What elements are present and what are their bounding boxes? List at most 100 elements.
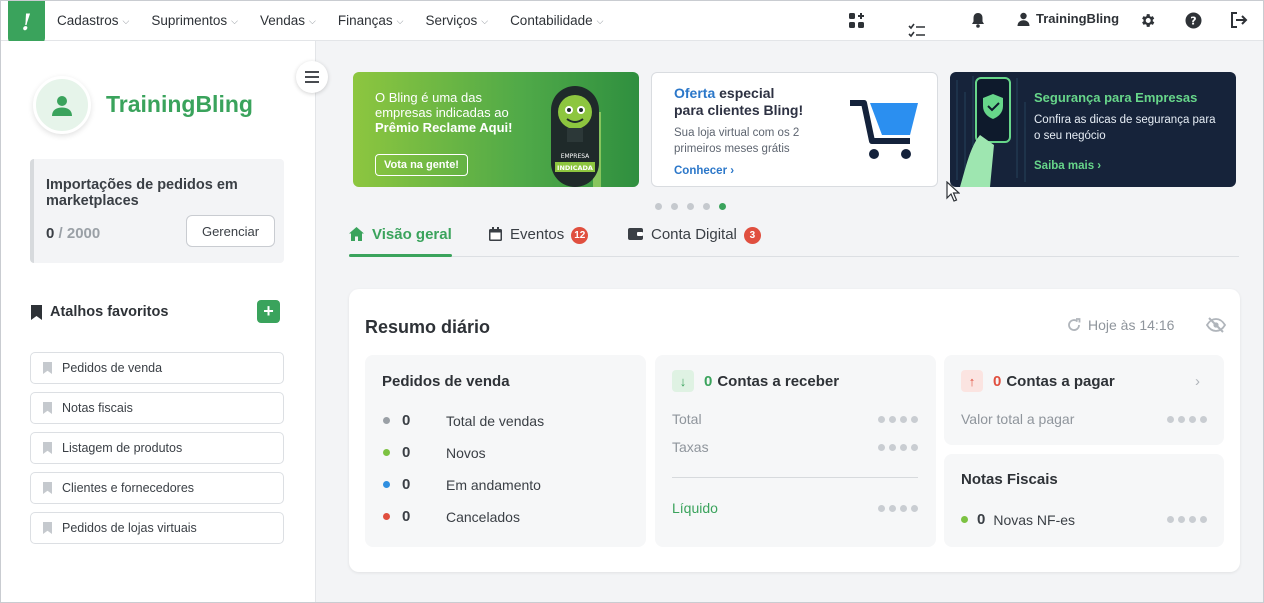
refresh-button[interactable]: Hoje às 14:16: [1067, 317, 1174, 333]
digital-account-badge: 3: [743, 227, 761, 244]
banner-description: Sua loja virtual com os 2 primeiros mese…: [674, 127, 800, 155]
banner-line: O Bling é uma das: [375, 90, 482, 105]
masked-value: [1167, 415, 1207, 423]
badge-line: EMPRESA: [561, 153, 590, 160]
summary-title: Resumo diário: [365, 317, 491, 337]
status-row-em-andamento: 0 Em andamento: [383, 476, 541, 493]
menu-contabilidade[interactable]: Contabilidade ⌵: [510, 13, 603, 28]
shortcuts-heading: Atalhos favoritos: [31, 304, 168, 320]
carousel-dot[interactable]: [687, 203, 694, 210]
bookmark-icon: [43, 442, 52, 454]
top-navbar: ! Cadastros ⌵ Suprimentos ⌵ Vendas ⌵ Finanç…: [1, 1, 1263, 44]
bookmark-icon: [43, 402, 52, 414]
banner-line: empresas indicadas ao: [375, 105, 509, 120]
avatar[interactable]: [33, 76, 91, 134]
checklist-icon[interactable]: [907, 21, 927, 41]
receivable-count: 0: [704, 372, 713, 390]
gear-icon[interactable]: [1137, 10, 1157, 30]
bling-logo[interactable]: !: [8, 1, 45, 44]
eye-off-icon[interactable]: [1205, 317, 1227, 338]
carousel-dot[interactable]: [655, 203, 662, 210]
import-counter: 0 / 2000: [46, 225, 100, 242]
saiba-mais-link[interactable]: Saiba mais ›: [1034, 160, 1101, 172]
bell-icon[interactable]: [968, 10, 988, 30]
tab-eventos[interactable]: Eventos 12: [489, 224, 589, 256]
menu-label: Contabilidade: [510, 12, 593, 28]
shortcut-notas-fiscais[interactable]: Notas fiscais: [30, 392, 284, 424]
banner-seguranca[interactable]: Segurança para Empresas Confira as dicas…: [950, 72, 1236, 187]
masked-value: [878, 443, 918, 451]
badge-line: INDICADA: [557, 164, 593, 172]
status-row-novos: 0 Novos: [383, 444, 486, 461]
chevron-down-icon: ⌵: [122, 15, 130, 26]
shortcut-clientes-e-fornecedores[interactable]: Clientes e fornecedores: [30, 472, 284, 504]
masked-value: [878, 504, 918, 512]
user-name: TrainingBling: [1036, 11, 1120, 26]
user-icon: [52, 96, 72, 116]
status-dot: [383, 513, 390, 520]
payable-title: Contas a pagar: [1006, 372, 1115, 390]
menu-servicos[interactable]: Serviços ⌵: [425, 13, 488, 28]
invoices-label: Novas NF-es: [993, 511, 1076, 528]
status-dot: [383, 449, 390, 456]
accounts-payable-panel[interactable]: ↑ 0 Contas a pagar › Valor total a pagar: [944, 355, 1224, 445]
help-icon[interactable]: ?: [1183, 10, 1203, 30]
logout-icon[interactable]: [1229, 10, 1249, 30]
receivable-total-row: Total: [672, 411, 918, 427]
carousel-dot[interactable]: [671, 203, 678, 210]
status-label: Novos: [446, 444, 486, 461]
user-menu[interactable]: TrainingBling: [1017, 11, 1119, 26]
chevron-down-icon: ⌵: [596, 15, 604, 26]
chevron-down-icon: ⌵: [309, 15, 316, 26]
panel-title: ↑ 0 Contas a pagar: [961, 370, 1115, 392]
banner-oferta-especial[interactable]: Oferta especial para clientes Bling! Sua…: [651, 72, 938, 187]
bookmark-icon: [43, 522, 52, 534]
conhecer-link[interactable]: Conhecer ›: [674, 165, 734, 177]
events-badge: 12: [571, 227, 589, 244]
menu-cadastros[interactable]: Cadastros ⌵: [57, 13, 129, 28]
accounts-receivable-panel[interactable]: ↓ 0 Contas a receber Total Taxas Líquido: [655, 355, 936, 547]
shortcut-pedidos-de-lojas-virtuais[interactable]: Pedidos de lojas virtuais: [30, 512, 284, 544]
banner-title-line2: para clientes Bling!: [674, 102, 804, 118]
shortcut-label: Pedidos de venda: [62, 361, 163, 375]
menu-label: Finanças: [337, 12, 393, 28]
carousel-dot[interactable]: [703, 203, 710, 210]
divider: [672, 477, 918, 478]
receivable-net-row: Líquido: [672, 500, 918, 516]
vote-button[interactable]: Vota na gente!: [375, 154, 468, 176]
masked-value: [1167, 516, 1207, 523]
kv-label: Valor total a pagar: [961, 411, 1075, 427]
tab-conta-digital[interactable]: Conta Digital 3: [628, 224, 761, 256]
invoices-panel[interactable]: Notas Fiscais 0 Novas NF-es: [944, 454, 1224, 547]
add-shortcut-button[interactable]: +: [257, 300, 280, 323]
menu-financas[interactable]: Finanças ⌵: [338, 13, 404, 28]
menu-toggle-button[interactable]: [296, 61, 328, 93]
sales-orders-panel[interactable]: Pedidos de venda 0 Total de vendas 0 Nov…: [365, 355, 646, 547]
marketplace-import-card: Importações de pedidos em marketplaces 0…: [30, 159, 284, 263]
shopping-cart-icon: [850, 100, 918, 159]
menu-suprimentos[interactable]: Suprimentos ⌵: [151, 13, 238, 28]
award-badge-icon: EMPRESA INDICADA: [551, 86, 601, 187]
status-label: Em andamento: [446, 476, 541, 493]
shortcut-listagem-de-produtos[interactable]: Listagem de produtos: [30, 432, 284, 464]
tab-label: Visão geral: [372, 226, 452, 243]
panel-title: Pedidos de venda: [382, 373, 510, 390]
chevron-right-icon[interactable]: ›: [1195, 373, 1200, 390]
apps-icon[interactable]: [846, 10, 866, 30]
import-current: 0: [46, 225, 55, 242]
main-menu: Cadastros ⌵ Suprimentos ⌵ Vendas ⌵ Finanças…: [57, 1, 625, 39]
tab-visao-geral[interactable]: Visão geral: [349, 224, 452, 257]
manage-button[interactable]: Gerenciar: [186, 215, 275, 247]
shortcut-label: Clientes e fornecedores: [62, 481, 195, 495]
menu-vendas[interactable]: Vendas ⌵: [260, 13, 316, 28]
status-label: Total de vendas: [446, 412, 545, 429]
carousel-dot-active[interactable]: [719, 203, 726, 210]
banner-highlight: Oferta: [674, 85, 716, 101]
shortcut-pedidos-de-venda[interactable]: Pedidos de venda: [30, 352, 284, 384]
menu-label: Cadastros: [57, 12, 119, 28]
menu-label: Vendas: [259, 12, 306, 28]
menu-label: Suprimentos: [151, 12, 228, 28]
banner-reclame-aqui[interactable]: O Bling é uma das empresas indicadas ao …: [353, 72, 639, 187]
user-icon: [1017, 12, 1030, 26]
banner-text: O Bling é uma das empresas indicadas ao …: [375, 90, 525, 135]
